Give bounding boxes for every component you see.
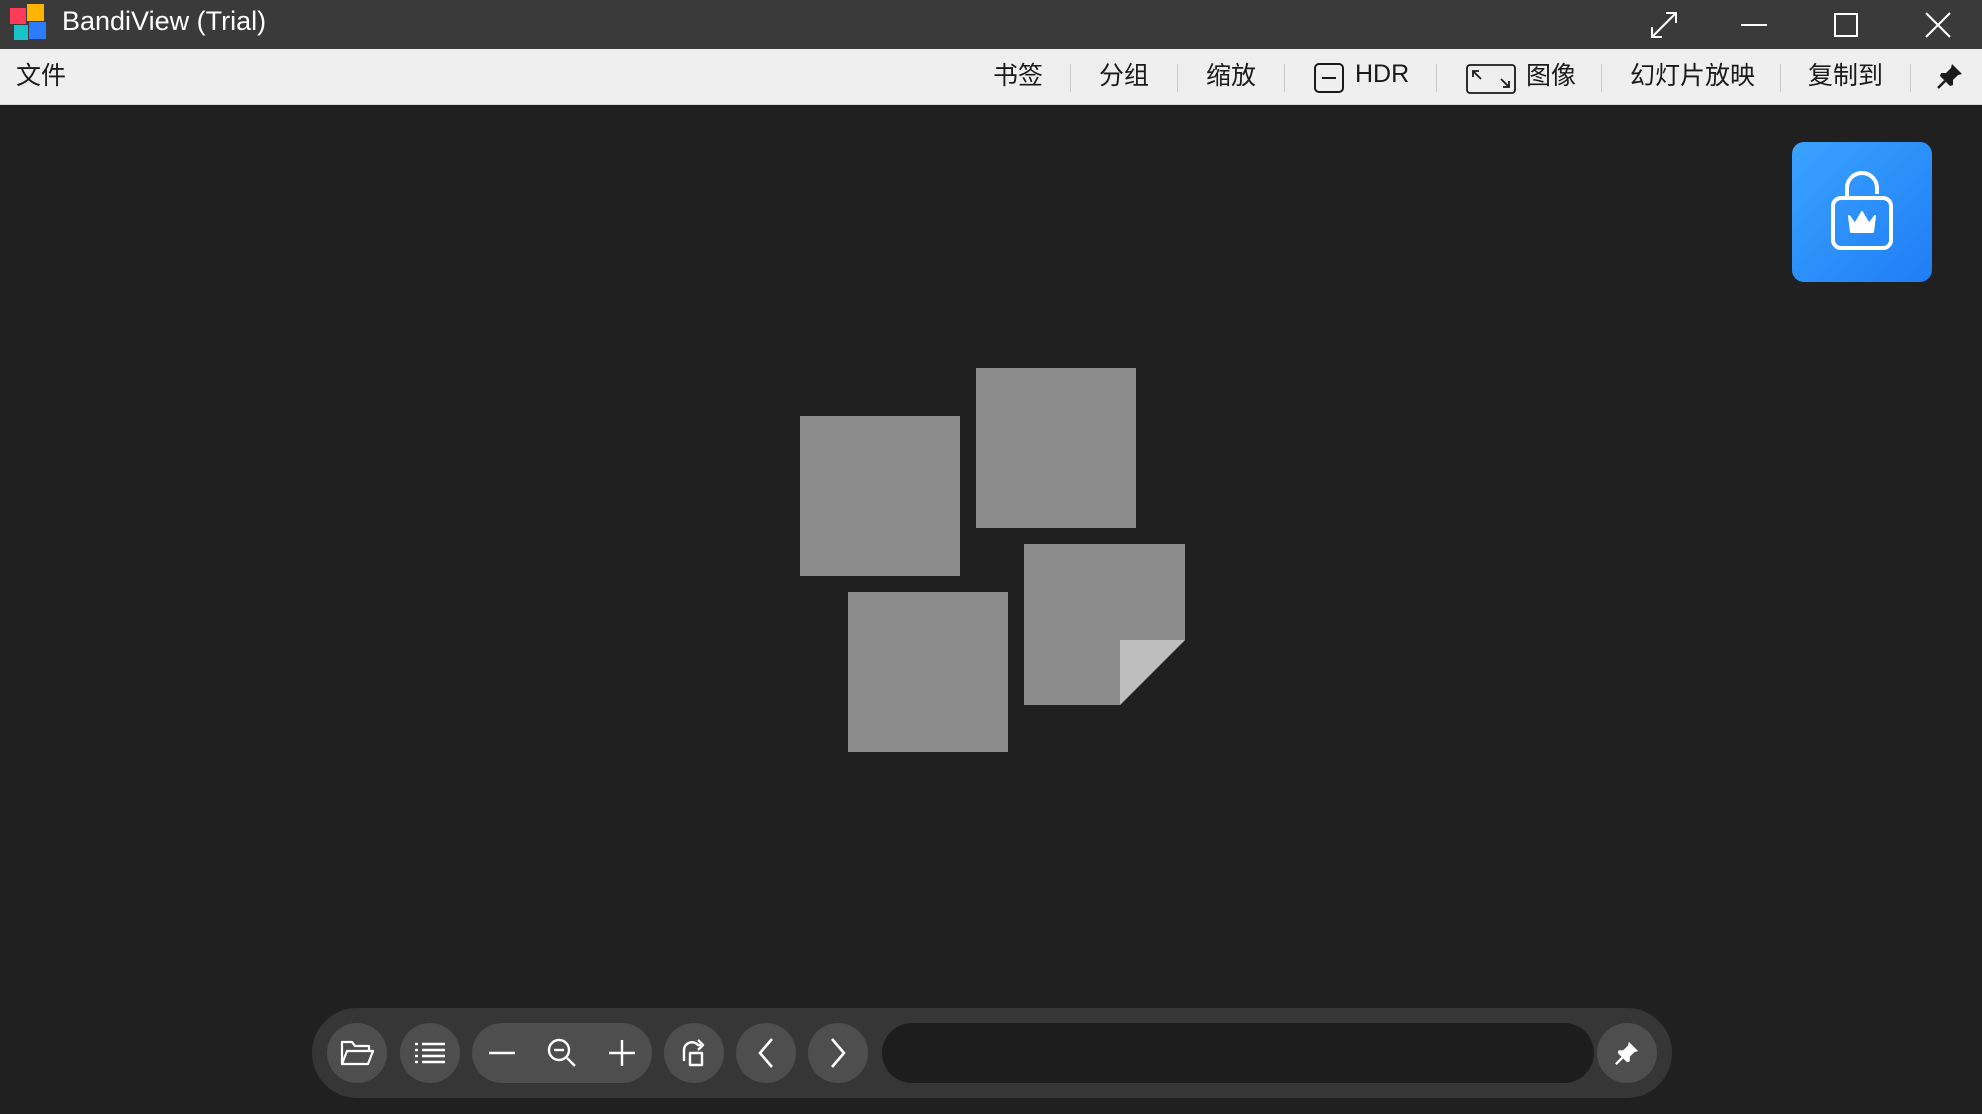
- pin-icon: [1936, 62, 1964, 90]
- menu-image-label: 图像: [1526, 62, 1577, 90]
- menu-group[interactable]: 分组: [1099, 49, 1149, 104]
- previous-button[interactable]: [736, 1023, 796, 1083]
- rotate-icon: [678, 1037, 710, 1069]
- fit-image-icon: [1466, 64, 1516, 94]
- zoom-in-button[interactable]: [592, 1023, 652, 1083]
- rotate-button[interactable]: [664, 1023, 724, 1083]
- menu-copy-to[interactable]: 复制到: [1808, 49, 1883, 104]
- placeholder-tile: [800, 416, 960, 576]
- minimize-icon: [1739, 10, 1769, 40]
- bottom-toolbar: [312, 1008, 1672, 1098]
- zoom-in-icon: [607, 1038, 637, 1068]
- menu-separator: [1780, 64, 1781, 92]
- next-icon: [828, 1037, 848, 1069]
- previous-icon: [756, 1037, 776, 1069]
- menu-separator: [1436, 64, 1437, 92]
- menu-separator: [1601, 64, 1602, 92]
- menu-slideshow[interactable]: 幻灯片放映: [1630, 49, 1755, 104]
- zoom-out-button[interactable]: [472, 1023, 532, 1083]
- open-folder-icon: [339, 1038, 375, 1068]
- store-button[interactable]: [1792, 142, 1932, 282]
- next-button[interactable]: [808, 1023, 868, 1083]
- open-folder-button[interactable]: [327, 1023, 387, 1083]
- minimize-button[interactable]: [1714, 0, 1794, 49]
- image-placeholder-icon: [800, 368, 1185, 753]
- fullscreen-icon: [1648, 9, 1680, 41]
- menu-hdr-label: HDR: [1355, 60, 1410, 88]
- menu-separator: [1177, 64, 1178, 92]
- menu-separator: [1284, 64, 1285, 92]
- menu-pin-button[interactable]: [1936, 62, 1964, 92]
- zoom-fit-icon: [546, 1037, 578, 1069]
- zoom-fit-button[interactable]: [532, 1023, 592, 1083]
- list-button[interactable]: [400, 1023, 460, 1083]
- title-bar: BandiView (Trial): [0, 0, 1982, 49]
- toolbar-pin-button[interactable]: [1597, 1023, 1657, 1083]
- menu-file[interactable]: 文件: [16, 49, 66, 104]
- menu-bar: 文件 书签 分组 缩放 HDR 图像 幻灯片放映 复制到: [0, 49, 1982, 105]
- menu-separator: [1910, 64, 1911, 92]
- close-icon: [1924, 11, 1952, 39]
- placeholder-tile: [976, 368, 1136, 528]
- list-icon: [413, 1041, 447, 1065]
- maximize-icon: [1833, 12, 1859, 38]
- pin-icon: [1614, 1040, 1640, 1066]
- menu-separator: [1070, 64, 1071, 92]
- menu-zoom[interactable]: 缩放: [1206, 49, 1256, 104]
- hdr-toggle-icon: [1313, 62, 1345, 94]
- placeholder-tile: [848, 592, 1008, 752]
- store-bag-crown-icon: [1827, 170, 1897, 254]
- menu-bookmark[interactable]: 书签: [993, 49, 1043, 104]
- zoom-controls: [472, 1023, 652, 1083]
- window-title: BandiView (Trial): [62, 6, 267, 36]
- placeholder-tile-curled: [1024, 544, 1185, 705]
- close-button[interactable]: [1898, 0, 1978, 49]
- file-path-field[interactable]: [882, 1023, 1594, 1083]
- fullscreen-button[interactable]: [1624, 0, 1704, 49]
- bandiview-logo-icon: [10, 4, 48, 42]
- maximize-button[interactable]: [1806, 0, 1886, 49]
- zoom-out-icon: [487, 1038, 517, 1068]
